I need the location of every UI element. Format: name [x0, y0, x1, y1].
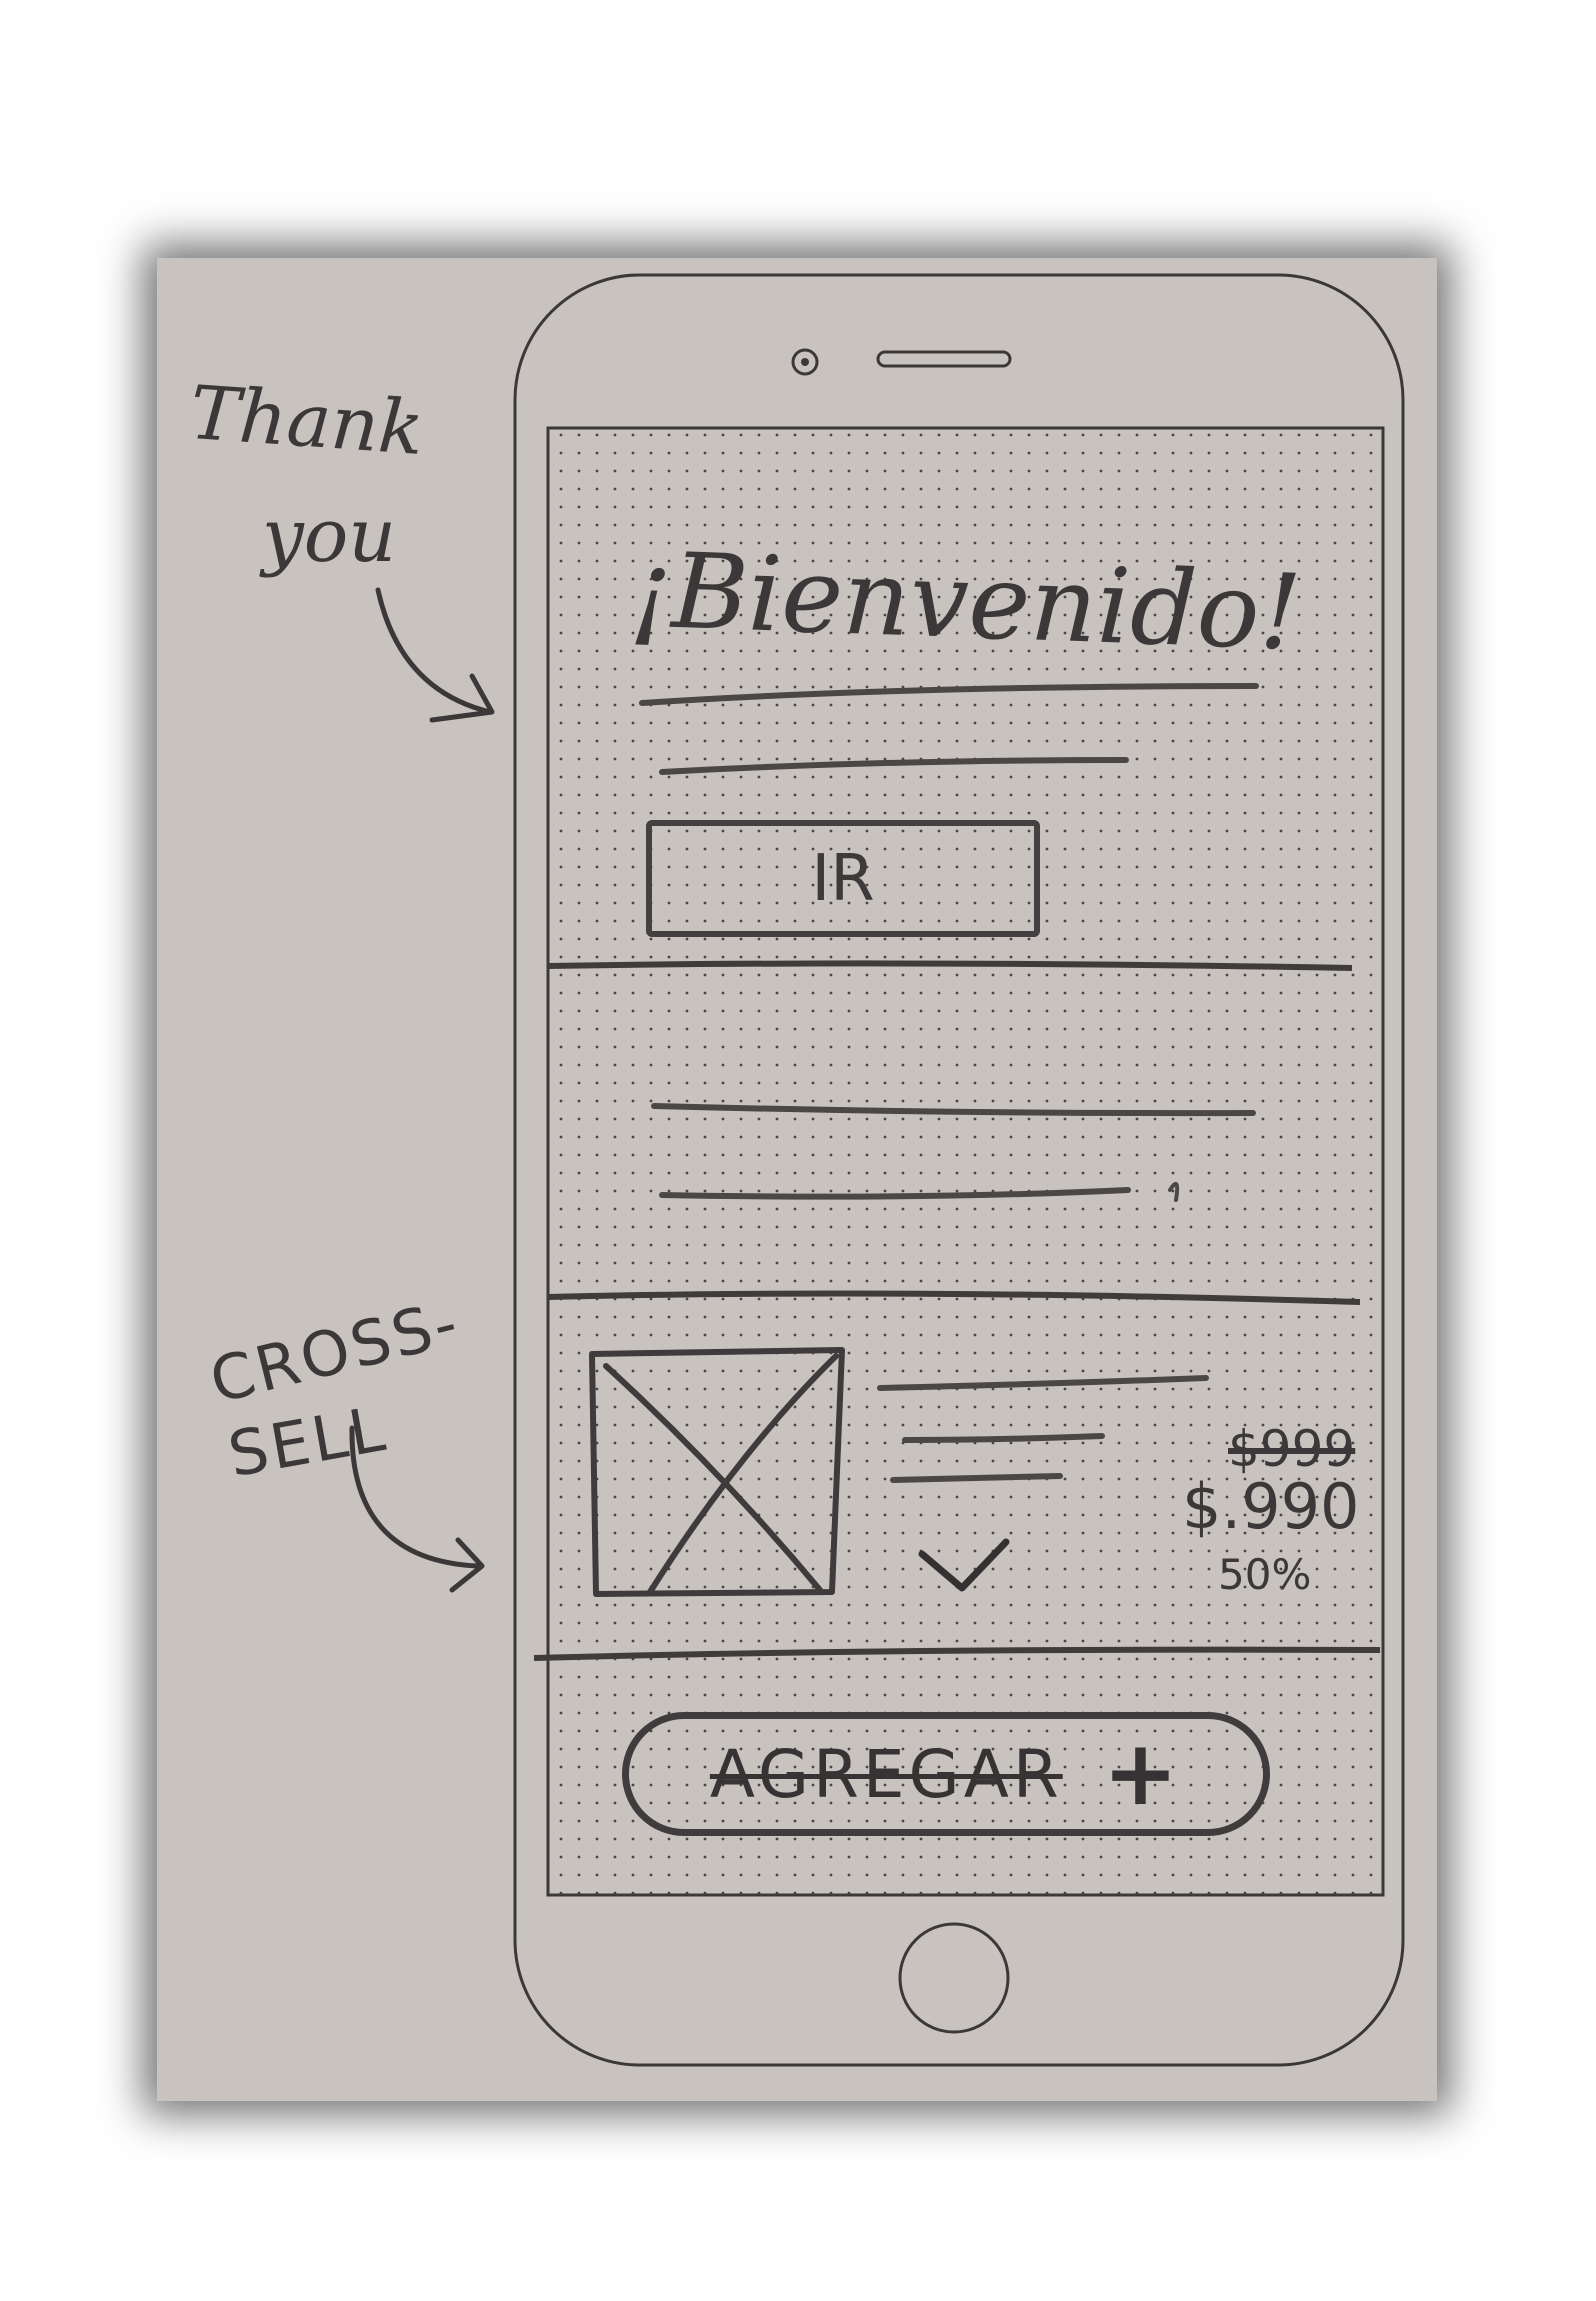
- annotation-thank: Thank: [187, 369, 427, 473]
- discount-badge: 50%: [1218, 1550, 1312, 1599]
- welcome-title: ¡Bienvenido!: [628, 528, 1304, 674]
- text-placeholder-line: [890, 1473, 1063, 1483]
- add-to-cart-button[interactable]: AGREGAR +: [622, 1712, 1270, 1836]
- annotation-you: you: [262, 493, 397, 579]
- new-price: $.990: [1182, 1470, 1360, 1543]
- arrow-icon: [375, 587, 493, 715]
- wireframe-drawing: [349, 273, 1405, 2067]
- home-button-icon: [898, 1922, 1010, 2034]
- plus-icon: +: [1102, 1721, 1183, 1826]
- go-button-label: IR: [811, 841, 875, 916]
- go-button[interactable]: IR: [646, 820, 1040, 937]
- add-button-label: AGREGAR: [709, 1735, 1063, 1813]
- speaker-icon: [876, 350, 1012, 368]
